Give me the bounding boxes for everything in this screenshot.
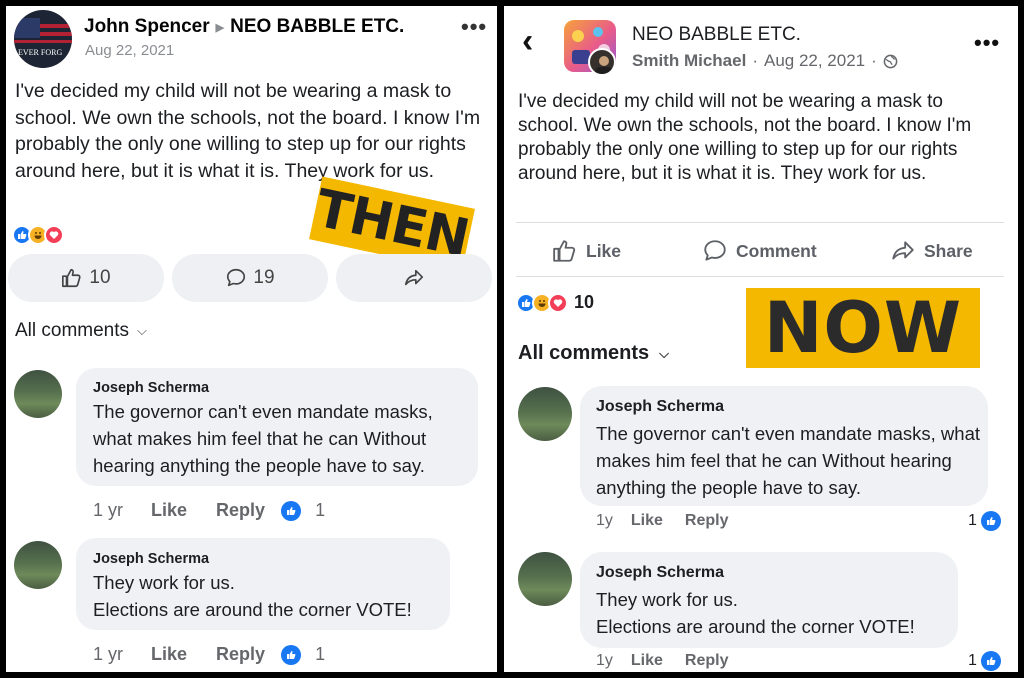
post-subtitle: Smith Michael · Aug 22, 2021 · (632, 51, 898, 71)
post-date[interactable]: Aug 22, 2021 (764, 51, 865, 71)
chevron-down-icon: ⌵ (659, 345, 670, 361)
comment-like-link[interactable]: Like (151, 500, 187, 521)
separator-dot: · (871, 51, 877, 70)
comment-reaction-count: 1 (968, 652, 977, 669)
more-options-icon[interactable]: ••• (461, 16, 487, 38)
all-comments-filter[interactable]: All comments ⌵ (15, 320, 147, 342)
comment-time: 1y (596, 512, 613, 529)
comment-like-link[interactable]: Like (631, 512, 663, 530)
reaction-summary[interactable]: 10 (516, 292, 594, 313)
comment-bubble-icon (704, 240, 726, 261)
comment-text: They work for us. Elections are around t… (93, 572, 412, 620)
comment-reply-link[interactable]: Reply (216, 644, 265, 665)
post-text: I've decided my child will not be wearin… (518, 91, 972, 184)
comment-reply-link[interactable]: Reply (216, 500, 265, 521)
now-screenshot: ‹ NEO BABBLE ETC. Smith Michael · Aug 22… (504, 6, 1018, 672)
commenter-name[interactable]: Joseph Scherma (93, 551, 209, 567)
comment-count-button[interactable]: 19 (172, 254, 328, 302)
comment-reply-link[interactable]: Reply (685, 512, 729, 530)
divider (516, 222, 1004, 223)
comment-reactions[interactable]: 1 (968, 511, 1001, 531)
comment-reaction-count: 1 (968, 512, 977, 529)
like-button[interactable]: Like (552, 238, 621, 264)
post-date[interactable]: Aug 22, 2021 (85, 42, 174, 59)
flag-avatar-image (14, 18, 72, 43)
share-arrow-icon (892, 241, 914, 260)
author-name[interactable]: John Spencer (84, 16, 210, 38)
then-screenshot: EVER FORG John Spencer ▶ NEO BABBLE ETC.… (6, 6, 497, 672)
commenter-name[interactable]: Joseph Scherma (596, 398, 724, 416)
avatar-caption: EVER FORG (18, 48, 63, 57)
comment-like-link[interactable]: Like (151, 644, 187, 665)
comment-meta: 1 yr Like Reply 1 (93, 500, 325, 521)
chevron-down-icon: ⌵ (137, 323, 147, 338)
comment-reactions[interactable]: 1 (968, 651, 1001, 671)
commenter-name[interactable]: Joseph Scherma (596, 564, 724, 582)
like-badge-icon (281, 644, 302, 665)
share-label: Share (924, 240, 973, 261)
now-stamp: NOW (746, 287, 980, 369)
comment-reply-link[interactable]: Reply (685, 652, 729, 670)
comment-meta: 1y Like Reply (596, 512, 729, 530)
now-stamp-label: NOW (763, 287, 963, 369)
post-header: John Spencer ▶ NEO BABBLE ETC. (84, 16, 404, 38)
comment-meta: 1 yr Like Reply 1 (93, 644, 325, 665)
author-avatar[interactable]: EVER FORG (14, 10, 72, 68)
comment-button[interactable]: Comment (702, 238, 817, 264)
like-count: 10 (89, 267, 111, 288)
like-badge-icon (980, 651, 1001, 671)
group-name[interactable]: NEO BABBLE ETC. (632, 24, 801, 46)
person-photo (595, 56, 613, 74)
comment-time: 1 yr (93, 500, 124, 520)
commenter-avatar[interactable] (14, 541, 62, 589)
comment-reaction-count: 1 (315, 644, 326, 664)
like-badge-icon (281, 500, 302, 521)
comment-bubble-icon (227, 268, 246, 287)
comment-time: 1 yr (93, 644, 124, 664)
arrow-right-icon: ▶ (215, 21, 225, 34)
comment-text: The governor can't even mandate masks, w… (93, 401, 433, 476)
comment-reaction-count: 1 (315, 500, 326, 520)
comment-like-link[interactable]: Like (631, 652, 663, 670)
thumbs-up-icon (62, 268, 82, 288)
all-comments-label: All comments (15, 320, 130, 341)
divider (516, 276, 1004, 277)
share-arrow-icon (404, 269, 424, 286)
group-name[interactable]: NEO BABBLE ETC. (230, 16, 404, 38)
author-name[interactable]: Smith Michael (632, 51, 746, 71)
globe-icon (883, 54, 898, 68)
author-avatar[interactable] (588, 48, 616, 76)
comment-text: They work for us. Elections are around t… (596, 589, 915, 637)
comment-time: 1y (596, 652, 613, 669)
comment-meta: 1y Like Reply (596, 652, 729, 670)
commenter-avatar[interactable] (518, 387, 572, 441)
love-reaction-icon (548, 292, 568, 313)
reaction-count: 10 (574, 292, 595, 312)
like-label: Like (586, 240, 622, 261)
love-reaction-icon (44, 225, 64, 245)
comment-count: 19 (253, 267, 275, 288)
reaction-icons[interactable] (12, 225, 64, 245)
like-count-button[interactable]: 10 (8, 254, 164, 302)
thumbs-up-icon (553, 240, 576, 262)
all-comments-filter[interactable]: All comments ⌵ (518, 342, 669, 365)
all-comments-label: All comments (518, 342, 650, 364)
separator-dot: · (752, 51, 758, 70)
comment-text: The governor can't even mandate masks, w… (596, 423, 981, 498)
commenter-avatar[interactable] (14, 370, 62, 418)
post-text: I've decided my child will not be wearin… (15, 80, 481, 182)
share-button[interactable]: Share (890, 238, 973, 264)
commenter-name[interactable]: Joseph Scherma (93, 380, 209, 396)
comment-label: Comment (736, 240, 817, 261)
more-options-icon[interactable]: ••• (974, 32, 1000, 54)
like-badge-icon (980, 511, 1001, 531)
share-button[interactable] (336, 254, 492, 302)
back-arrow-icon[interactable]: ‹ (522, 24, 533, 58)
commenter-avatar[interactable] (518, 552, 572, 606)
